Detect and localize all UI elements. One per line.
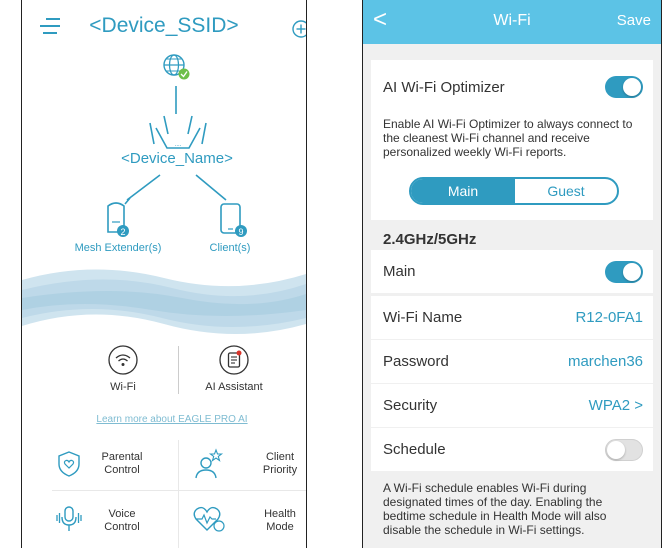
- shield-heart-icon: [58, 451, 80, 477]
- page-title: <Device_SSID>: [89, 14, 239, 37]
- link-line: [195, 174, 227, 201]
- password-row[interactable]: Password marchen36: [371, 340, 653, 383]
- wifi-feature-label: Wi-Fi: [110, 381, 136, 393]
- client-priority-button[interactable]: Client Priority: [182, 446, 306, 484]
- client-priority-label: Client Priority: [262, 451, 298, 476]
- mesh-extender-icon[interactable]: 2: [107, 197, 131, 237]
- parental-control-button[interactable]: Parental Control: [52, 446, 172, 484]
- ai-assistant-label: AI Assistant: [205, 381, 263, 393]
- save-button[interactable]: Save: [617, 12, 651, 29]
- band-heading: 2.4GHz/5GHz: [383, 231, 477, 248]
- schedule-note: A Wi-Fi schedule enables Wi-Fi during de…: [383, 481, 607, 537]
- add-circle-icon[interactable]: [292, 20, 307, 38]
- header-bar: < Wi-Fi Save: [363, 0, 661, 44]
- schedule-row: Schedule: [371, 428, 653, 471]
- microphone-icon: [56, 506, 82, 531]
- tab-main[interactable]: Main: [411, 179, 515, 203]
- main-network-toggle[interactable]: [605, 261, 643, 283]
- security-value[interactable]: WPA2 >: [589, 397, 643, 414]
- schedule-label: Schedule: [383, 441, 446, 458]
- schedule-toggle[interactable]: [605, 439, 643, 461]
- ai-assistant-icon: [219, 345, 249, 375]
- tab-guest[interactable]: Guest: [515, 179, 617, 203]
- wifi-settings-screen: < Wi-Fi Save AI Wi-Fi Optimizer Enable A…: [362, 0, 662, 548]
- client-priority-icon: [195, 448, 224, 479]
- device-name-label: <Device_Name>: [121, 150, 233, 167]
- home-screen: <Device_SSID> .... 2 9 <Device_Name> Mes…: [21, 0, 307, 548]
- health-heart-icon: [193, 506, 225, 532]
- main-network-row: Main: [371, 250, 653, 293]
- security-label: Security: [383, 397, 438, 414]
- wifi-name-row[interactable]: Wi-Fi Name R12-0FA1: [371, 296, 653, 339]
- password-value[interactable]: marchen36: [568, 353, 643, 370]
- ai-optimizer-toggle[interactable]: [605, 76, 643, 98]
- client-device-icon[interactable]: 9: [220, 203, 247, 237]
- main-network-label: Main: [383, 263, 416, 280]
- wave-band: [22, 269, 306, 334]
- checkmark-icon: [178, 68, 190, 80]
- extender-count: 2: [120, 227, 125, 237]
- ai-optimizer-description: Enable AI Wi-Fi Optimizer to always conn…: [383, 117, 633, 159]
- divider: [52, 490, 306, 491]
- voice-control-label: Voice Control: [104, 508, 140, 533]
- divider: [178, 440, 179, 548]
- parental-control-label: Parental Control: [101, 451, 143, 476]
- voice-control-button[interactable]: Voice Control: [52, 500, 172, 540]
- password-label: Password: [383, 353, 449, 370]
- divider: [178, 346, 179, 394]
- network-tabs: Main Guest: [409, 177, 619, 205]
- ai-assistant-button[interactable]: AI Assistant: [192, 344, 292, 404]
- wifi-icon: [108, 345, 138, 375]
- link-line: [126, 174, 161, 201]
- ai-optimizer-label: AI Wi-Fi Optimizer: [383, 79, 505, 96]
- router-dots: ....: [175, 142, 182, 148]
- client-count: 9: [238, 227, 243, 237]
- health-mode-label: Health Mode: [264, 508, 296, 533]
- wifi-name-label: Wi-Fi Name: [383, 309, 463, 326]
- clients-label[interactable]: Client(s): [190, 242, 270, 254]
- wifi-name-value[interactable]: R12-0FA1: [575, 309, 643, 326]
- mesh-extender-label[interactable]: Mesh Extender(s): [68, 242, 168, 254]
- learn-more-link[interactable]: Learn more about EAGLE PRO AI: [42, 414, 302, 425]
- health-mode-button[interactable]: Health Mode: [182, 500, 306, 540]
- wifi-feature-button[interactable]: Wi-Fi: [82, 344, 172, 404]
- security-row[interactable]: Security WPA2 >: [371, 384, 653, 427]
